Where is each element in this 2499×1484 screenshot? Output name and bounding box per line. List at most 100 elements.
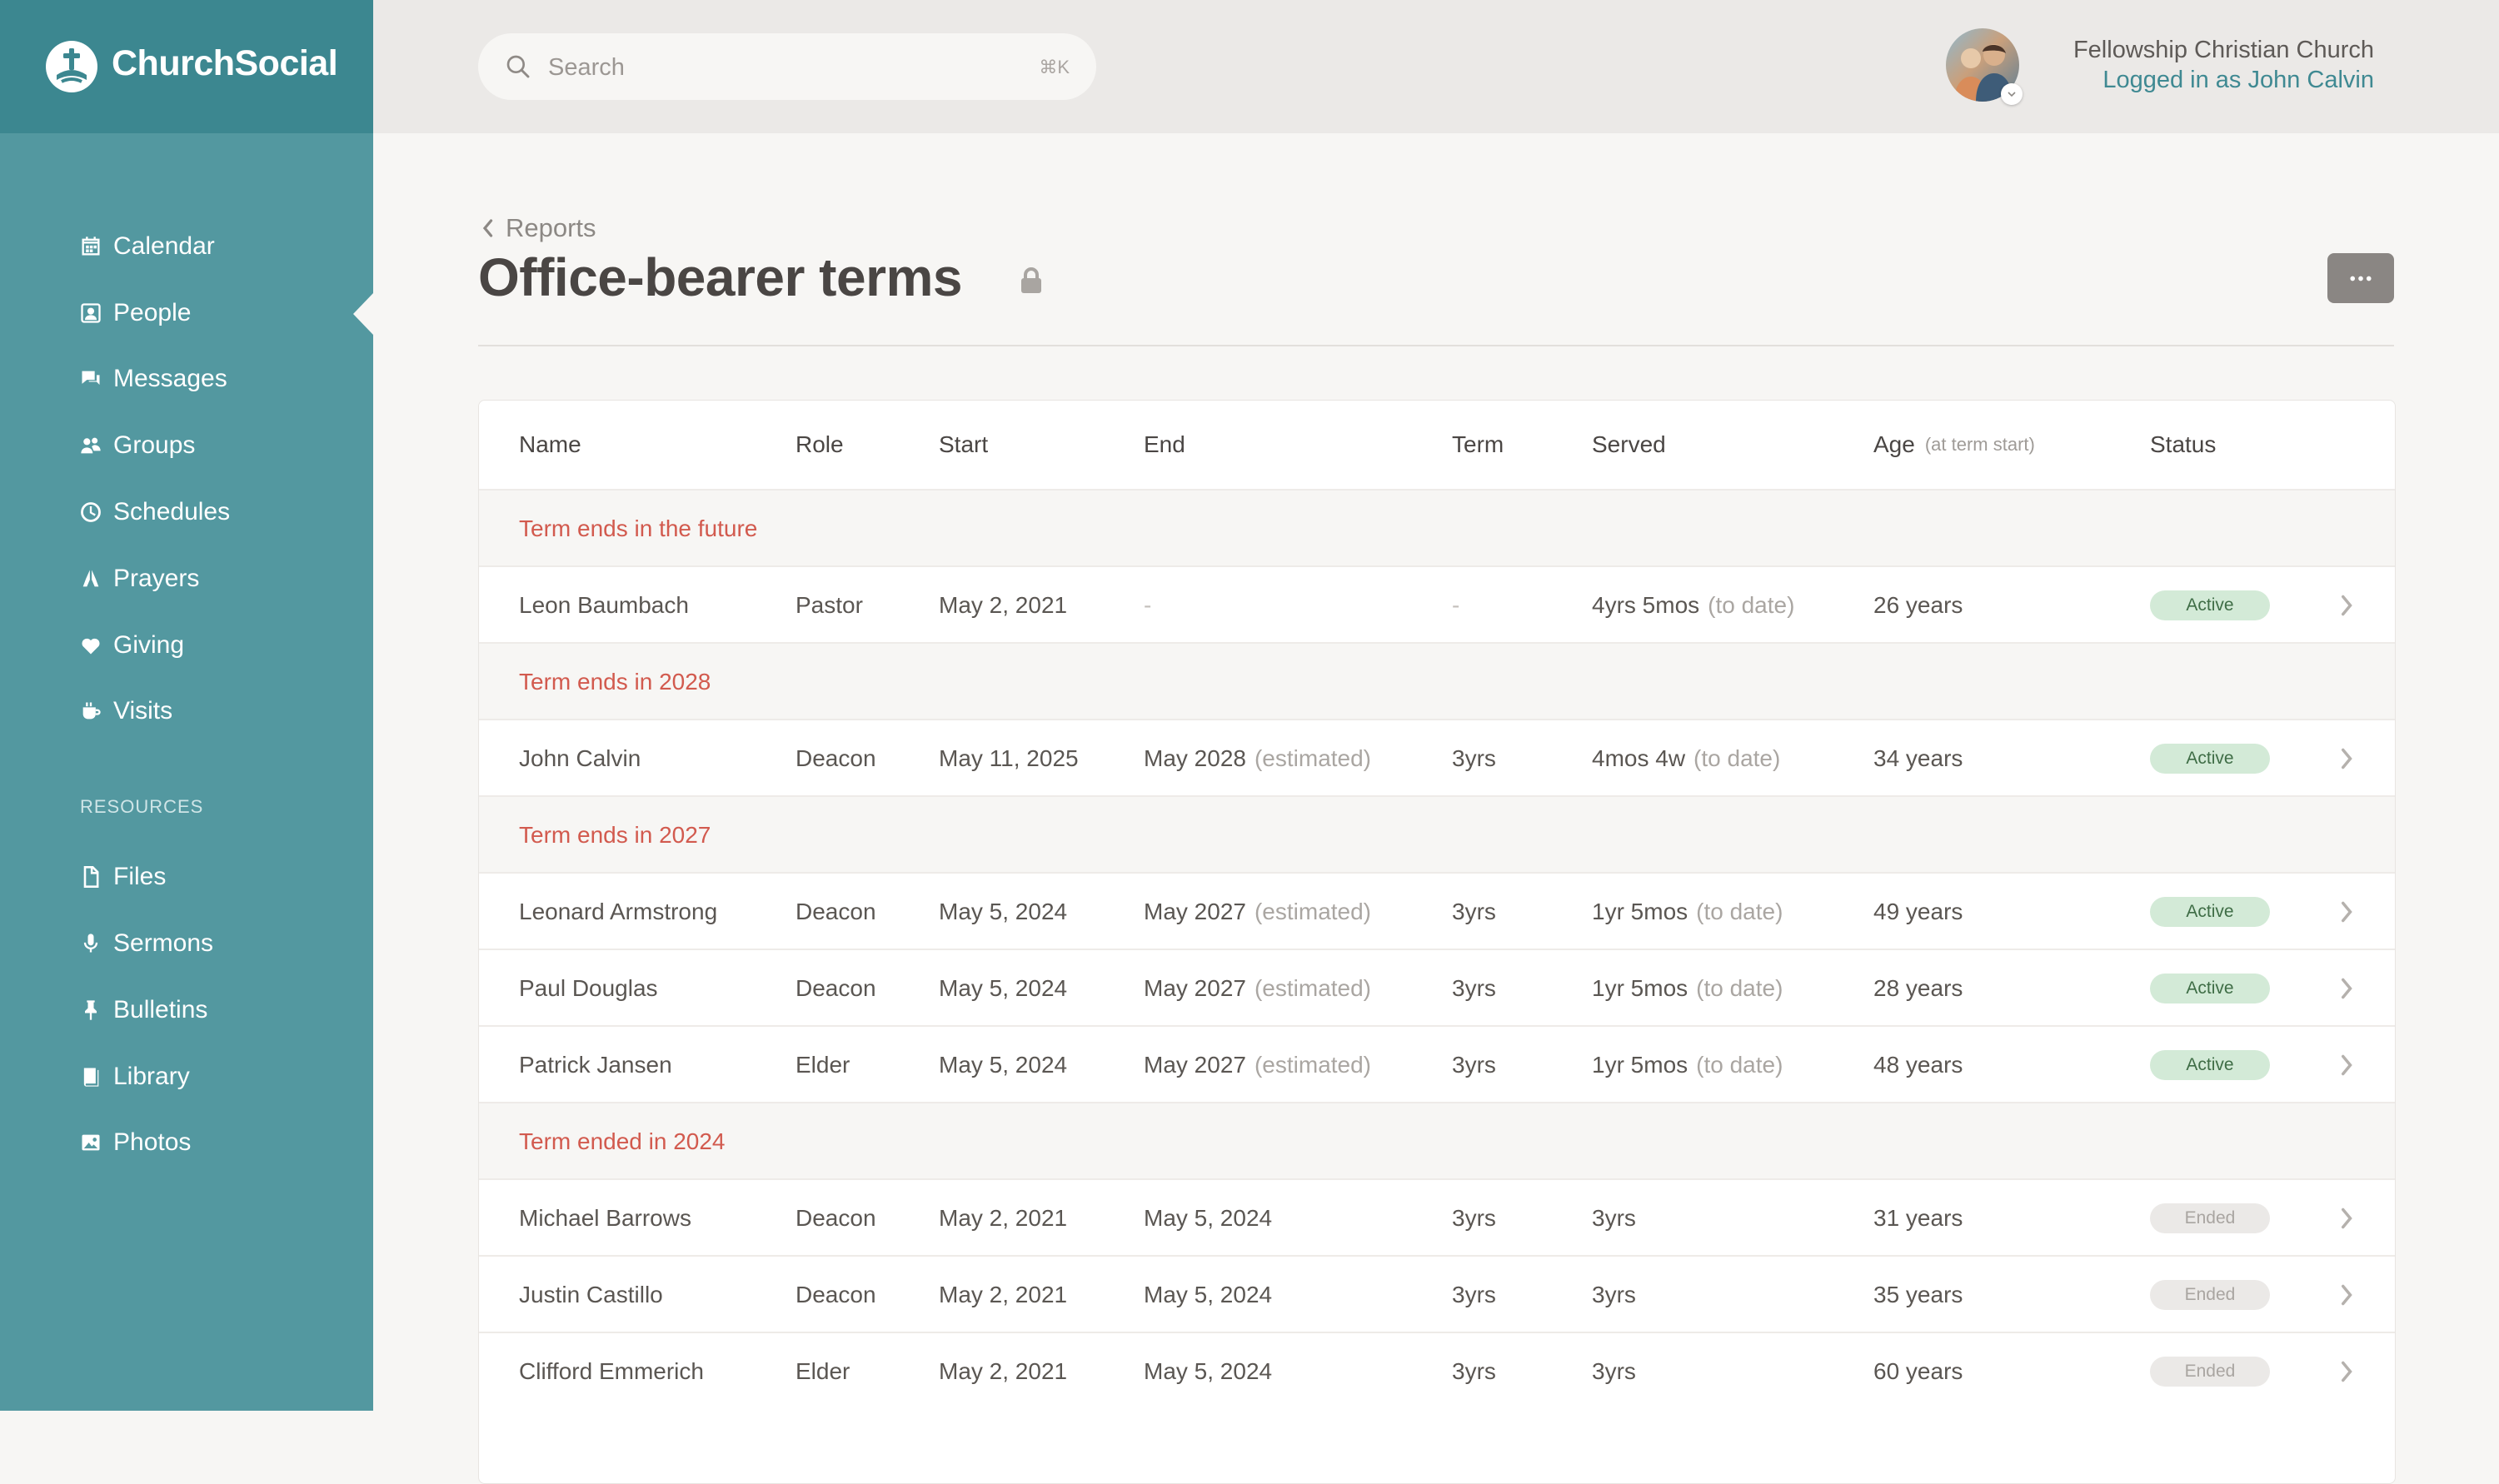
sidebar-item-library[interactable]: Library xyxy=(78,1056,190,1098)
status-badge: Active xyxy=(2150,590,2270,620)
brand-bar: ChurchSocial xyxy=(0,0,373,133)
row-chevron-right-icon[interactable] xyxy=(2340,720,2355,796)
column-header-start[interactable]: Start xyxy=(939,401,988,489)
cell-end-value: May 5, 2024 xyxy=(1144,1281,1273,1307)
person-icon xyxy=(78,301,103,326)
logged-in-user[interactable]: Logged in as John Calvin xyxy=(2102,67,2374,94)
group-label: Term ended in 2024 xyxy=(519,1128,726,1154)
cell-start: May 2, 2021 xyxy=(939,1333,1067,1409)
cell-start-value: May 2, 2021 xyxy=(939,591,1068,618)
cell-role-value: Deacon xyxy=(796,974,876,1001)
resources-heading: RESOURCES xyxy=(80,796,204,817)
row-chevron-right-icon[interactable] xyxy=(2340,874,2355,949)
cell-name-value: Leon Baumbach xyxy=(519,591,689,618)
group-header-row: Term ends in 2028 xyxy=(479,642,2395,720)
cell-status: Active xyxy=(2150,874,2270,949)
table-header-row: Name Role Start End Term Served Age (at … xyxy=(479,401,2395,489)
cell-served-note: (to date) xyxy=(1696,1051,1783,1078)
search-bar[interactable]: ⌘K xyxy=(478,33,1096,100)
table-row[interactable]: John Calvin Deacon May 11, 2025 May 2028 (es… xyxy=(479,719,2395,796)
cell-name-value: John Calvin xyxy=(519,744,641,771)
cell-end-note: (estimated) xyxy=(1254,974,1372,1001)
sidebar-item-prayers[interactable]: Prayers xyxy=(78,558,199,600)
sidebar-item-schedules[interactable]: Schedules xyxy=(78,491,230,533)
sidebar-item-bulletins[interactable]: Bulletins xyxy=(78,989,207,1031)
cell-served: 4mos 4w (to date) xyxy=(1592,720,1780,796)
sidebar-item-sermons[interactable]: Sermons xyxy=(78,923,213,964)
column-header-served[interactable]: Served xyxy=(1592,401,1666,489)
more-options-button[interactable] xyxy=(2327,253,2394,303)
column-header-age[interactable]: Age (at term start) xyxy=(1873,401,2035,489)
clock-icon xyxy=(78,500,103,525)
sidebar-item-label: People xyxy=(113,299,192,326)
cell-term: - xyxy=(1452,567,1459,643)
search-shortcut: ⌘K xyxy=(1039,57,1070,77)
sidebar-item-visits[interactable]: Visits xyxy=(78,690,172,732)
cell-name-value: Leonard Armstrong xyxy=(519,898,718,924)
row-chevron-right-icon[interactable] xyxy=(2340,1257,2355,1332)
brand-name[interactable]: ChurchSocial xyxy=(112,43,338,84)
top-header: ⌘K Fellowship Christian Church Logged in… xyxy=(373,0,2499,133)
sidebar-item-groups[interactable]: Groups xyxy=(78,425,195,466)
cell-start-value: May 5, 2024 xyxy=(939,1051,1068,1078)
cell-served-value: 4mos 4w xyxy=(1592,744,1686,771)
table-row[interactable]: Clifford Emmerich Elder May 2, 2021 May 5, … xyxy=(479,1332,2395,1409)
cell-status: Ended xyxy=(2150,1333,2270,1409)
cell-end-value: May 2027 xyxy=(1144,974,1246,1001)
sidebar-item-label: Bulletins xyxy=(113,996,208,1023)
row-chevron-right-icon[interactable] xyxy=(2340,567,2355,643)
cell-term: 3yrs xyxy=(1452,1257,1496,1332)
sidebar-item-photos[interactable]: Photos xyxy=(78,1122,191,1163)
table-row[interactable]: Patrick Jansen Elder May 5, 2024 May 2027 (e… xyxy=(479,1025,2395,1103)
cell-start-value: May 11, 2025 xyxy=(939,744,1079,771)
cell-start: May 2, 2021 xyxy=(939,1257,1067,1332)
table-row[interactable]: Michael Barrows Deacon May 2, 2021 May 5, 2… xyxy=(479,1178,2395,1256)
cell-age: 60 years xyxy=(1873,1333,1963,1409)
cell-end-note: (estimated) xyxy=(1254,744,1372,771)
sidebar-item-label: Giving xyxy=(113,631,185,659)
heart-icon xyxy=(78,633,103,658)
row-chevron-right-icon[interactable] xyxy=(2340,950,2355,1026)
table-row[interactable]: Leonard Armstrong Deacon May 5, 2024 May 20… xyxy=(479,872,2395,949)
cell-end-value: May 2028 xyxy=(1144,744,1246,771)
group-label: Term ends in 2028 xyxy=(519,668,711,695)
sidebar-item-files[interactable]: Files xyxy=(78,856,166,898)
cell-end-value: May 2027 xyxy=(1144,1051,1246,1078)
row-chevron-right-icon[interactable] xyxy=(2340,1180,2355,1256)
file-icon xyxy=(78,864,103,889)
column-header-name[interactable]: Name xyxy=(519,401,581,489)
sidebar-item-people[interactable]: People xyxy=(78,292,191,334)
search-icon xyxy=(506,55,530,78)
cell-age-value: 28 years xyxy=(1873,974,1963,1001)
ellipsis-icon xyxy=(2350,276,2372,281)
column-header-end[interactable]: End xyxy=(1144,401,1185,489)
coffee-cup-icon xyxy=(78,699,103,724)
row-chevron-right-icon[interactable] xyxy=(2340,1027,2355,1103)
column-header-role[interactable]: Role xyxy=(796,401,844,489)
sidebar-item-messages[interactable]: Messages xyxy=(78,358,227,400)
sidebar-item-giving[interactable]: Giving xyxy=(78,625,184,666)
cell-age-value: 34 years xyxy=(1873,744,1963,771)
cell-name: Justin Castillo xyxy=(519,1257,663,1332)
column-header-status[interactable]: Status xyxy=(2150,401,2216,489)
table-row[interactable]: Leon Baumbach Pastor May 2, 2021 - - 4yrs 5mo… xyxy=(479,565,2395,643)
cell-status: Ended xyxy=(2150,1180,2270,1256)
cell-role-value: Deacon xyxy=(796,898,876,924)
cell-start: May 5, 2024 xyxy=(939,950,1067,1026)
row-chevron-right-icon[interactable] xyxy=(2340,1333,2355,1409)
breadcrumb[interactable]: Reports xyxy=(479,213,596,243)
cell-term-value: 3yrs xyxy=(1452,1357,1496,1384)
prayer-hands-icon xyxy=(78,566,103,591)
cell-end: May 5, 2024 xyxy=(1144,1180,1272,1256)
search-input[interactable] xyxy=(546,48,1016,87)
cell-end: May 2027 (estimated) xyxy=(1144,874,1371,949)
table-row[interactable]: Justin Castillo Deacon May 2, 2021 May 5, 2… xyxy=(479,1255,2395,1332)
status-badge: Ended xyxy=(2150,1203,2270,1233)
account-menu-chevron-icon[interactable] xyxy=(2001,83,2023,105)
column-header-term[interactable]: Term xyxy=(1452,401,1504,489)
table-row[interactable]: Paul Douglas Deacon May 5, 2024 May 2027 (es… xyxy=(479,949,2395,1026)
sidebar-item-calendar[interactable]: Calendar xyxy=(78,226,215,267)
sidebar: ChurchSocial Calendar People Messages Gr… xyxy=(0,0,373,1411)
sidebar-item-label: Photos xyxy=(113,1128,192,1156)
cell-status: Active xyxy=(2150,720,2270,796)
